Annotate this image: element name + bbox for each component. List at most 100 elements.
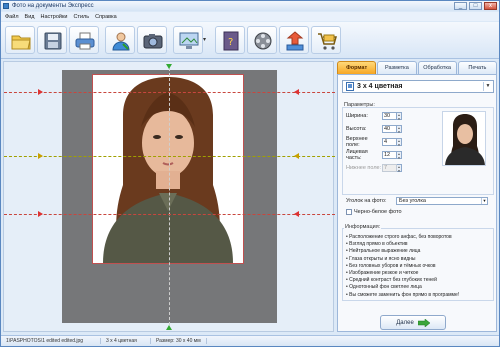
tab-markup[interactable]: Разметка [377, 61, 417, 74]
guide-marker-left-top[interactable] [38, 89, 43, 95]
bw-label[interactable]: Черно-белое фото [354, 209, 402, 215]
chevron-down-icon[interactable]: ▼ [483, 82, 492, 91]
tab-print[interactable]: Печать [457, 61, 497, 74]
chin-guide[interactable] [4, 214, 335, 215]
height-spinner[interactable]: ▲ ▼ [397, 124, 402, 134]
bottom-center-marker[interactable] [166, 325, 172, 330]
app-icon [3, 3, 9, 9]
cart-icon [318, 33, 337, 50]
width-row: Ширина: 30 ▲ ▼ [346, 111, 402, 121]
height-input[interactable]: 40 [382, 124, 397, 133]
top-margin-spinner[interactable]: ▲ ▼ [397, 137, 402, 147]
top-margin-label: Верхнее поле: [346, 135, 368, 148]
format-dropdown[interactable]: 3 x 4 цветная ▼ [342, 80, 494, 93]
photo-canvas[interactable] [3, 61, 335, 332]
height-row: Высота: 40 ▲ ▼ [346, 124, 402, 134]
menu-settings[interactable]: Настройки [40, 14, 67, 20]
height-label: Высота: [346, 125, 367, 132]
menu-help[interactable]: Справка [95, 14, 117, 20]
tab-processing[interactable]: Обработка [417, 61, 457, 74]
list-item: Без головных уборов и тёмных очков [346, 263, 492, 270]
format-panel: 3 x 4 цветная ▼ Параметры: Ширина: 30 ▲ ▼… [337, 74, 497, 332]
save-button[interactable] [37, 26, 67, 54]
monitor-dropdown-arrow[interactable]: ▾ [203, 36, 206, 43]
open-button[interactable] [5, 26, 35, 54]
bw-row: Черно-белое фото [346, 209, 402, 215]
settings-panel: Формат Разметка Обработка Печать 3 x 4 ц… [337, 61, 497, 332]
corner-select[interactable]: Без уголка ▼ [396, 197, 488, 205]
maximize-button[interactable]: □ [469, 2, 482, 10]
width-input[interactable]: 30 [382, 111, 397, 120]
guide-marker-left-chin[interactable] [38, 211, 43, 217]
window-title: Фото на документы Экспресс [12, 3, 94, 9]
cart-button[interactable] [311, 26, 341, 54]
width-label: Ширина: [346, 112, 368, 119]
user-icon [112, 32, 130, 51]
face-input[interactable]: 12 [382, 150, 397, 159]
info-list: Расположение строго анфас, без поворотов… [346, 234, 492, 299]
help-book-icon: ? [223, 31, 239, 51]
face-row: Лицевая часть: 12 ▲ ▼ [346, 148, 402, 161]
menu-view[interactable]: Вид [25, 14, 35, 20]
next-button-label: Далее [396, 319, 414, 326]
menu-style[interactable]: Стиль [73, 14, 89, 20]
list-item: Расположение строго анфас, без поворотов [346, 234, 492, 241]
face-label: Лицевая часть: [346, 148, 368, 161]
menu-file[interactable]: Файл [5, 14, 19, 20]
top-margin-guide[interactable] [4, 92, 335, 93]
guide-marker-right-eyes[interactable] [294, 153, 299, 159]
top-margin-input[interactable]: 4 [382, 137, 397, 146]
list-item: Нейтральное выражение лица [346, 248, 492, 255]
center-guide-line [169, 68, 170, 330]
export-icon [286, 31, 304, 51]
close-button[interactable]: x [484, 2, 497, 10]
info-title: Информация: [344, 224, 382, 230]
app-window: Фото на документы Экспресс _ □ x Файл Ви… [0, 0, 500, 347]
face-spinner[interactable]: ▲ ▼ [397, 150, 402, 160]
bottom-margin-row: Нижнее поле: 7 ▲ ▼ [346, 163, 402, 173]
tab-format[interactable]: Формат [337, 61, 377, 74]
status-bar: 1\PASPHOTOS\1 edited edited.jpg 3 x 4 цв… [1, 335, 499, 346]
menu-bar: Файл Вид Настройки Стиль Справка [1, 12, 499, 21]
guide-marker-left-eyes[interactable] [38, 153, 43, 159]
preview-portrait [443, 112, 485, 165]
status-size: Размер: 30 x 40 мм [151, 338, 207, 344]
monitor-button[interactable] [173, 26, 203, 54]
corner-value: Без уголка [399, 198, 426, 204]
width-spinner[interactable]: ▲ ▼ [397, 111, 402, 121]
document-icon [346, 82, 354, 91]
user-button[interactable] [105, 26, 135, 54]
settings-tabs: Формат Разметка Обработка Печать [337, 61, 497, 74]
title-bar[interactable]: Фото на документы Экспресс _ □ x [1, 1, 499, 11]
minimize-button[interactable]: _ [454, 2, 467, 10]
list-item: Однотонный фон светлее лица [346, 284, 492, 291]
eye-line-guide[interactable] [4, 156, 335, 157]
bottom-margin-input: 7 [382, 163, 397, 172]
guide-marker-right-chin[interactable] [294, 211, 299, 217]
arrow-right-icon [417, 318, 430, 327]
toolbar: ▾ ? [1, 22, 499, 59]
film-button[interactable] [247, 26, 277, 54]
svg-text:?: ? [228, 37, 233, 48]
bottom-margin-label: Нижнее поле: [346, 164, 382, 171]
guide-marker-right-top[interactable] [294, 89, 299, 95]
list-item: Вы сможете заменить фон прямо в программ… [346, 292, 492, 299]
top-center-marker[interactable] [166, 64, 172, 69]
status-format: 3 x 4 цветная [101, 338, 151, 344]
print-icon [75, 32, 95, 50]
chevron-down-icon[interactable]: ▼ [481, 198, 487, 204]
save-disk-icon [44, 32, 62, 50]
next-button[interactable]: Далее [380, 315, 446, 330]
bw-checkbox[interactable] [346, 209, 352, 215]
print-button[interactable] [69, 26, 99, 54]
photo-crop-area[interactable] [92, 74, 244, 264]
camera-icon [143, 34, 163, 49]
film-reel-icon [254, 32, 272, 50]
open-folder-icon [11, 35, 31, 50]
top-margin-row: Верхнее поле: 4 ▲ ▼ [346, 135, 402, 148]
export-button[interactable] [279, 26, 309, 54]
camera-button[interactable] [137, 26, 167, 54]
corner-row: Уголок на фото: Без уголка ▼ [346, 197, 488, 205]
help-button[interactable]: ? [215, 26, 245, 54]
format-value: 3 x 4 цветная [357, 83, 403, 90]
